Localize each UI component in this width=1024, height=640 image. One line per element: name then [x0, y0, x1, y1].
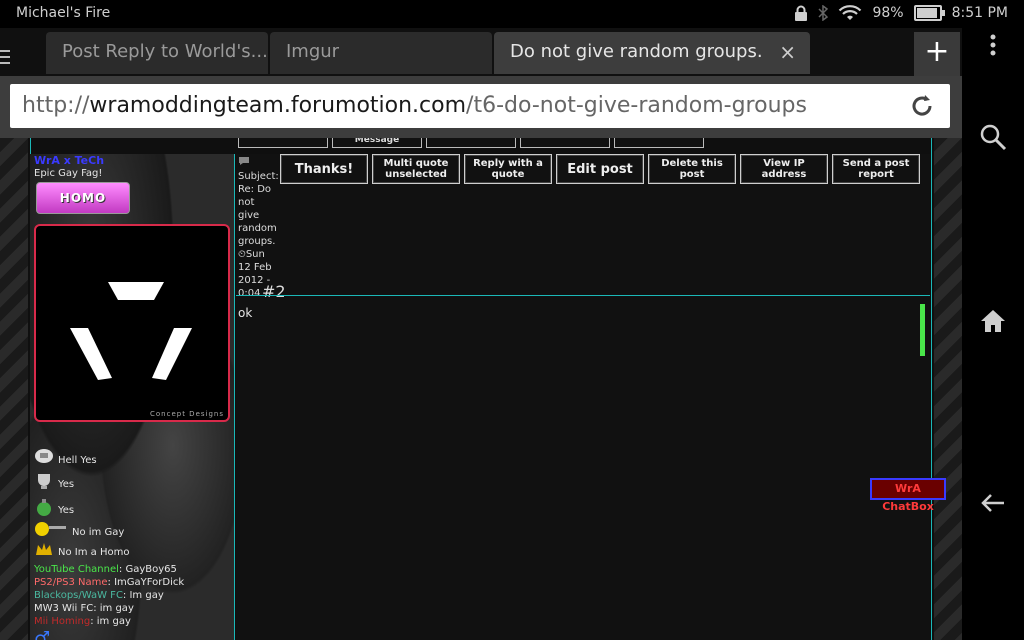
tab-do-not-give-random-groups[interactable]: Do not give random groups. ×	[494, 32, 810, 74]
frame-border	[931, 138, 932, 640]
home-icon[interactable]	[978, 306, 1008, 336]
profile-field-psn: PS2/PS3 Name: ImGaYForDick	[34, 577, 185, 588]
tab-imgur[interactable]: Imgur	[270, 32, 492, 74]
view-ip-button[interactable]: View IP address	[740, 154, 828, 184]
system-nav-bar	[962, 28, 1024, 640]
post-subject: Subject: Re: Do not give random groups. …	[238, 171, 279, 299]
prev-post-button[interactable]	[238, 138, 328, 148]
clock: 8:51 PM	[951, 5, 1008, 21]
url-host: wramoddingteam.forumotion.com	[89, 93, 467, 118]
trophy-icon	[38, 474, 50, 489]
poster-profile: WrA x TeCh Epic Gay Fag! HOMO Concept De…	[30, 154, 235, 640]
address-row: http://wramoddingteam.forumotion.com/t6-…	[0, 76, 962, 138]
tab-post-reply[interactable]: Post Reply to World's...	[46, 32, 268, 74]
post-body: ok	[238, 306, 253, 320]
reload-icon[interactable]	[908, 92, 936, 120]
trophy-icon	[35, 449, 53, 463]
username-link[interactable]: WrA x TeCh	[34, 154, 104, 167]
medal-item: Hell Yes	[34, 448, 97, 466]
post-buttons: Thanks! Multi quote unselected Reply wit…	[280, 154, 920, 184]
thanks-button[interactable]: Thanks!	[280, 154, 368, 184]
post-icon	[239, 157, 249, 165]
medal-item: No im Gay	[34, 520, 124, 538]
url-path: /t6-do-not-give-random-groups	[466, 93, 807, 118]
back-icon[interactable]	[978, 488, 1008, 518]
tab-label: Imgur	[286, 41, 340, 62]
search-icon[interactable]	[978, 122, 1008, 152]
medal-item: Yes	[34, 498, 74, 516]
previous-post-buttons: Message	[238, 138, 704, 148]
wifi-icon	[839, 5, 862, 20]
bluetooth-icon	[818, 5, 829, 21]
user-title: Epic Gay Fag!	[34, 168, 103, 179]
tab-strip: Post Reply to World's... Imgur Do not gi…	[0, 28, 962, 76]
reply-with-quote-button[interactable]: Reply with a quote	[464, 154, 552, 184]
status-icons: 98% 8:51 PM	[794, 5, 1008, 21]
close-tab-icon[interactable]: ×	[779, 32, 796, 72]
browser-chrome: Post Reply to World's... Imgur Do not gi…	[0, 28, 962, 138]
tab-label: Post Reply to World's...	[62, 41, 268, 62]
avatar-credit: Concept Designs	[150, 410, 224, 418]
profile-field-mw3-fc: MW3 Wii FC: im gay	[34, 603, 134, 614]
menu-icon[interactable]	[0, 50, 10, 64]
profile-field-mii: Mii Homing: im gay	[34, 616, 131, 627]
prev-post-button[interactable]	[614, 138, 704, 148]
battery-percent: 98%	[872, 5, 904, 21]
overflow-menu-icon[interactable]	[978, 30, 1008, 60]
sex-icon: ♂	[34, 628, 51, 640]
multi-quote-button[interactable]: Multi quote unselected	[372, 154, 460, 184]
message-button[interactable]: Message	[332, 138, 422, 148]
clock-icon: ⏲	[238, 249, 246, 260]
prev-post-button[interactable]	[520, 138, 610, 148]
smiley-gun-icon	[35, 522, 66, 536]
delete-post-button[interactable]: Delete this post	[648, 154, 736, 184]
post-content-area: Subject: Re: Do not give random groups. …	[236, 154, 930, 640]
scroll-indicator[interactable]	[920, 304, 925, 356]
edit-post-button[interactable]: Edit post	[556, 154, 644, 184]
rank-image: HOMO	[36, 182, 130, 214]
medal-item: Yes	[34, 472, 74, 490]
profile-field-blackops-fc: Blackops/WaW FC: Im gay	[34, 590, 164, 601]
report-post-button[interactable]: Send a post report	[832, 154, 920, 184]
avatar-logo	[70, 282, 192, 380]
lock-icon	[795, 5, 808, 21]
url-scheme: http://	[22, 93, 90, 118]
url-bar[interactable]: http://wramoddingteam.forumotion.com/t6-…	[10, 84, 950, 128]
profile-field-youtube: YouTube Channel: GayBoy65	[34, 564, 177, 575]
device-name: Michael's Fire	[16, 5, 111, 21]
crown-icon	[36, 543, 52, 555]
status-bar: Michael's Fire 98% 8:51 PM	[0, 0, 1024, 28]
chatbox-button[interactable]: WrA ChatBox	[870, 478, 946, 513]
grenade-icon	[37, 499, 51, 516]
prev-post-button[interactable]	[426, 138, 516, 148]
avatar: Concept Designs	[34, 224, 230, 422]
battery-icon	[913, 5, 945, 21]
tab-label: Do not give random groups.	[510, 41, 763, 62]
post-number[interactable]: #2	[262, 282, 286, 301]
forum-topic: Message WrA x TeCh Epic Gay Fag! HOMO Co…	[28, 138, 934, 640]
medal-item: No Im a Homo	[34, 540, 129, 558]
web-page: Message WrA x TeCh Epic Gay Fag! HOMO Co…	[0, 138, 962, 640]
post-divider	[236, 295, 930, 296]
new-tab-button[interactable]: +	[914, 32, 960, 76]
